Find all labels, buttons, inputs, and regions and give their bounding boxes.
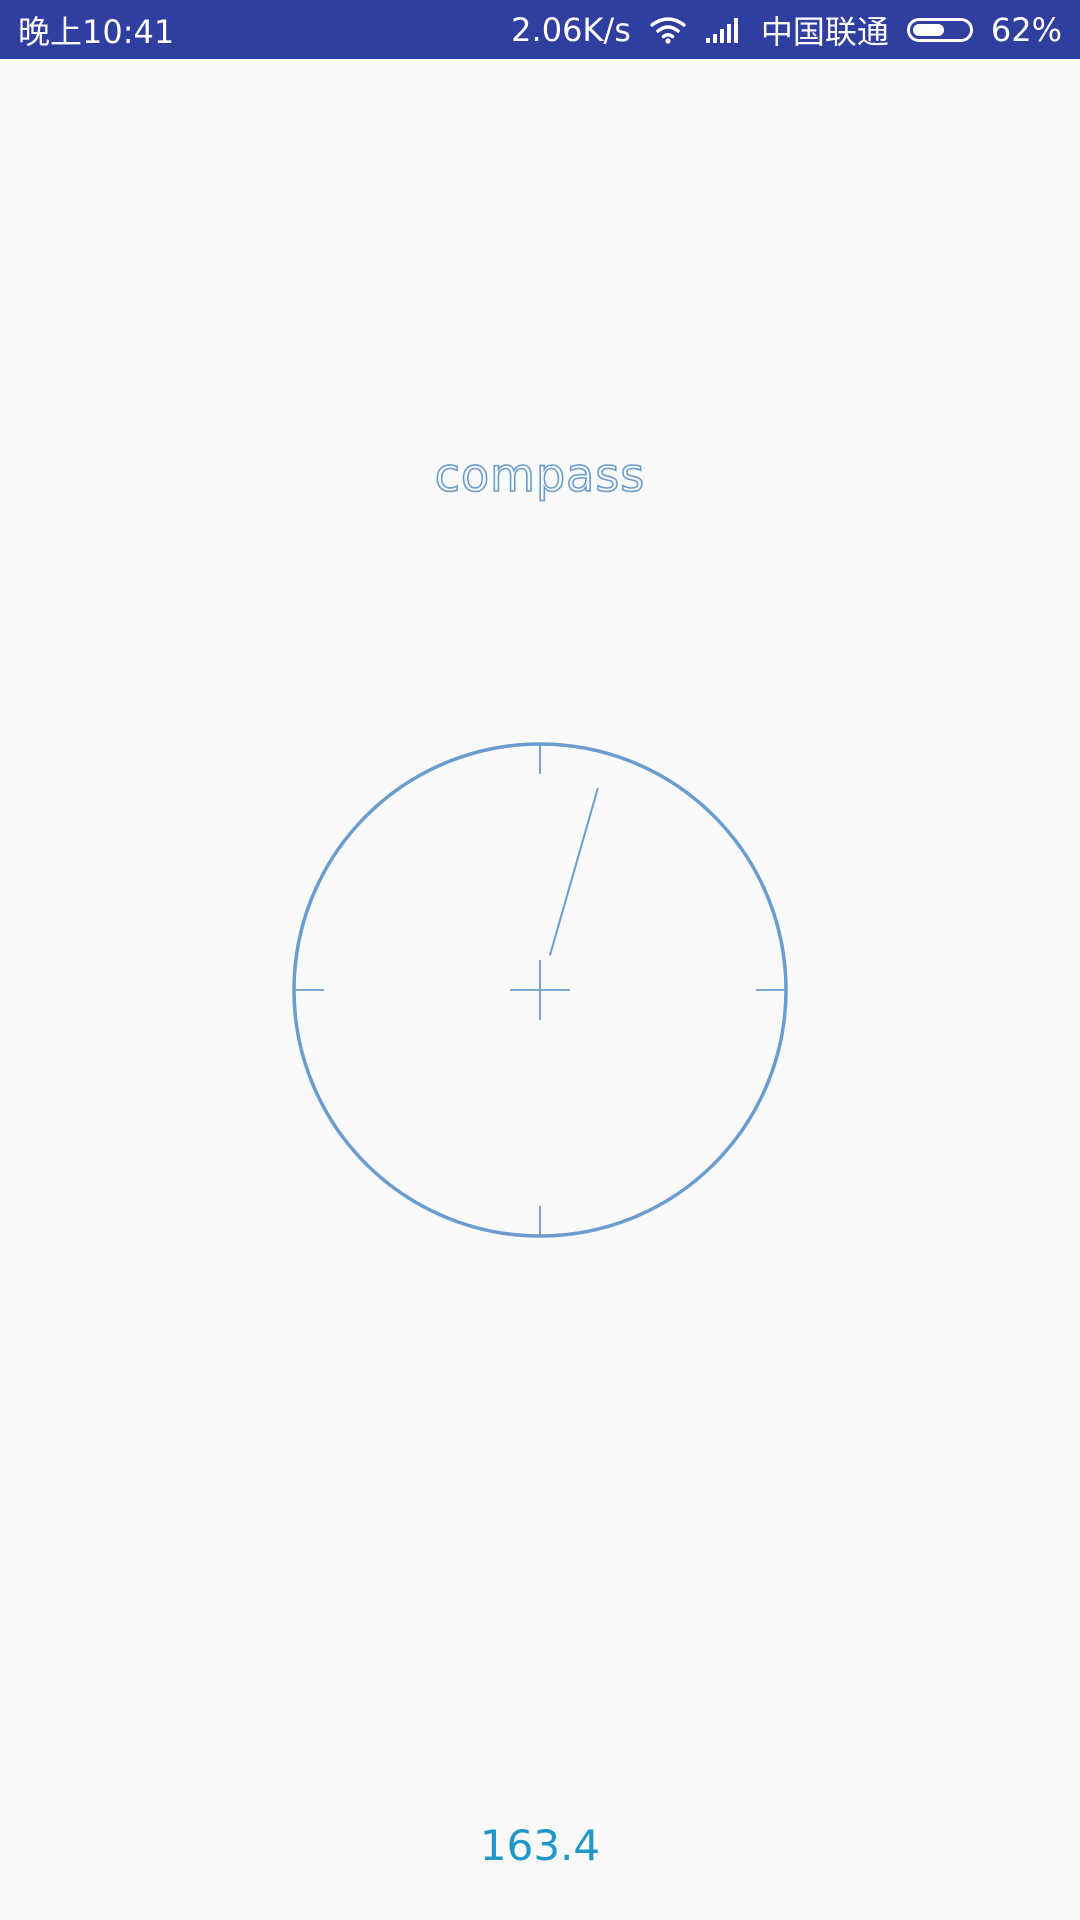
compass-needle xyxy=(548,787,599,956)
status-bar: 晚上10:41 2.06K/s 中国联通 62% xyxy=(0,0,1080,59)
compass-dial xyxy=(292,742,788,1238)
carrier-name: 中国联通 xyxy=(760,12,889,51)
status-indicators: 2.06K/s 中国联通 62% xyxy=(511,7,1062,53)
battery-level-fill xyxy=(912,23,945,36)
heading-reading: 163.4 xyxy=(479,1821,601,1870)
battery-percent: 62% xyxy=(990,10,1062,49)
screen: 晚上10:41 2.06K/s 中国联通 62% compass 163.4 xyxy=(0,0,1080,1920)
wifi-icon xyxy=(649,15,687,45)
signal-icon xyxy=(705,16,743,44)
battery-icon xyxy=(906,17,973,42)
network-speed: 2.06K/s xyxy=(511,10,631,49)
status-time: 晚上10:41 xyxy=(18,12,175,51)
page-title: compass xyxy=(434,447,646,503)
